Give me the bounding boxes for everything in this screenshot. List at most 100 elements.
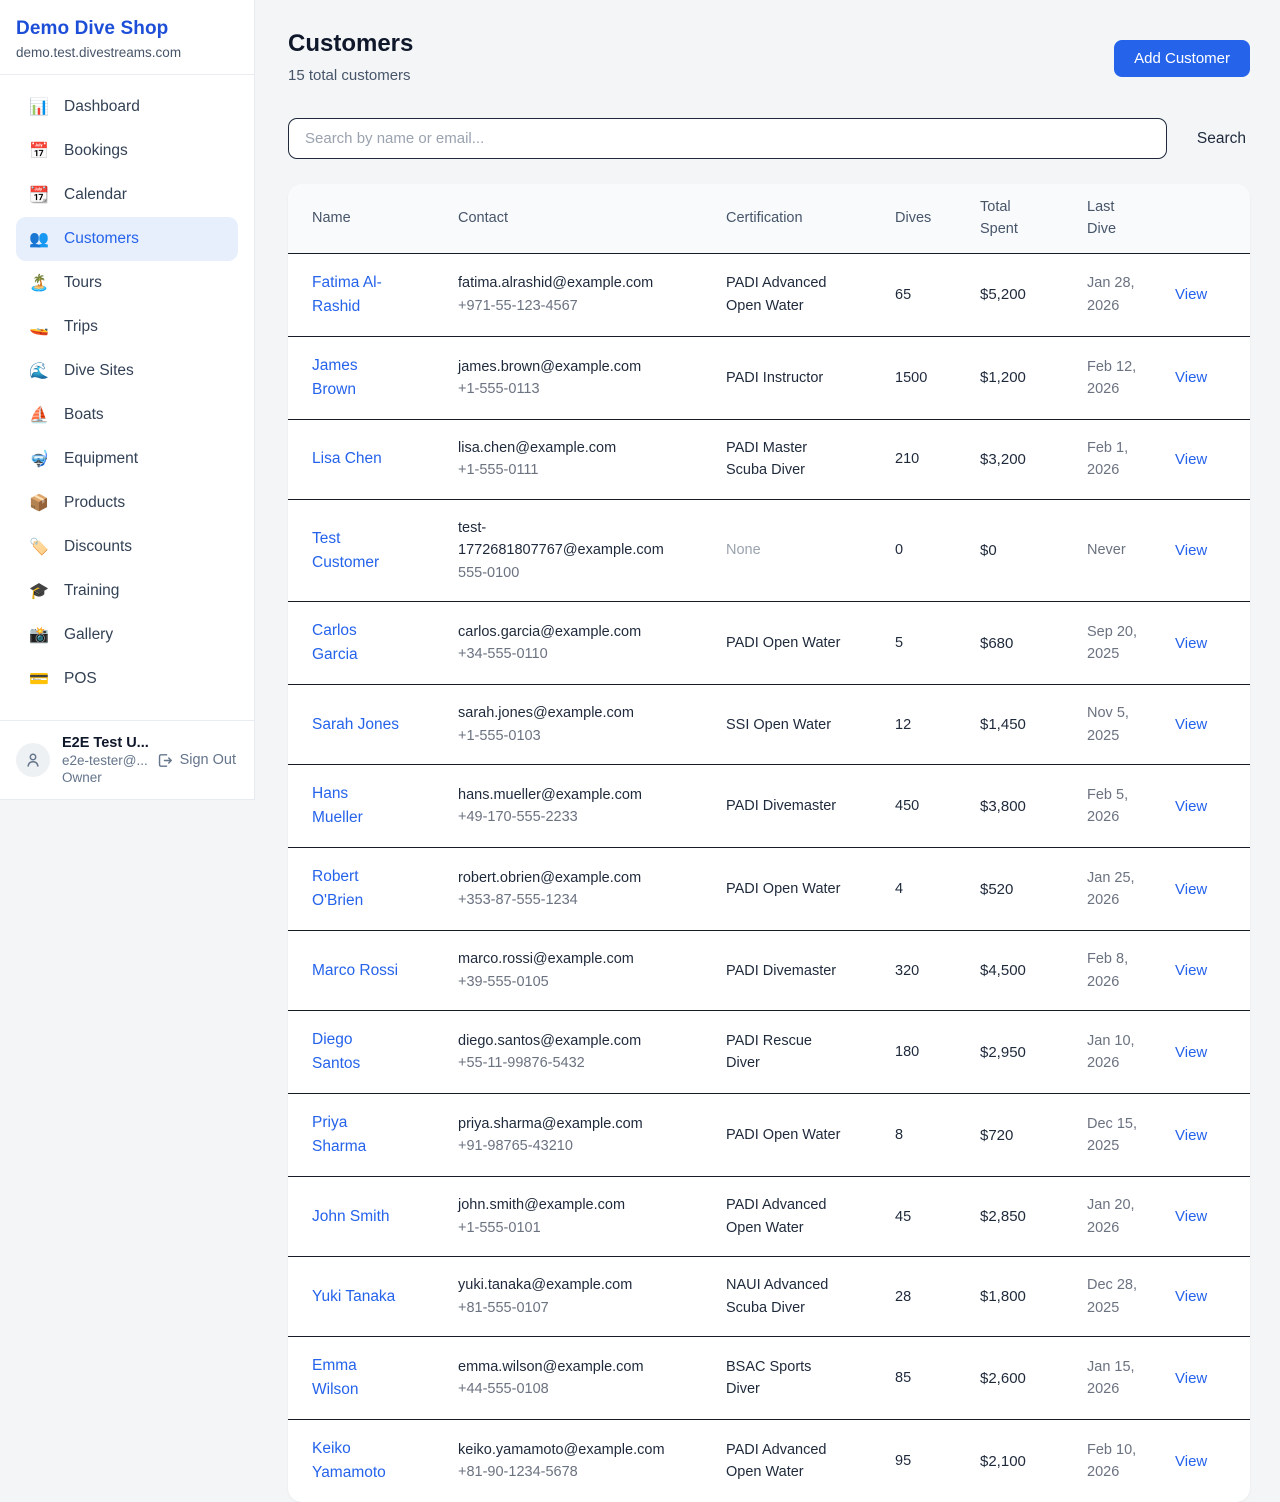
customer-last-dive: Jan 15, 2026 xyxy=(1087,1356,1151,1401)
column-header-last-dive: Last Dive xyxy=(1087,184,1175,253)
sidebar-item-calendar[interactable]: 📆 Calendar xyxy=(16,173,238,217)
sidebar-item-trips[interactable]: 🚤 Trips xyxy=(16,305,238,349)
customer-name-link[interactable]: Carlos Garcia xyxy=(312,619,402,667)
customer-last-dive: Feb 12, 2026 xyxy=(1087,356,1151,401)
table-row: Hans Mueller hans.mueller@example.com +4… xyxy=(288,765,1250,848)
bookings-icon: 📅 xyxy=(28,143,50,159)
view-link[interactable]: View xyxy=(1175,798,1207,815)
customer-name-link[interactable]: Emma Wilson xyxy=(312,1354,402,1402)
column-header-contact: Contact xyxy=(458,184,726,253)
customer-phone: +55-11-99876-5432 xyxy=(458,1052,676,1074)
sidebar-item-tours[interactable]: 🏝️ Tours xyxy=(16,261,238,305)
customer-name-link[interactable]: Sarah Jones xyxy=(312,713,399,737)
shop-domain: demo.test.divestreams.com xyxy=(16,45,238,60)
customer-phone: +81-555-0107 xyxy=(458,1297,676,1319)
customer-name-link[interactable]: Keiko Yamamoto xyxy=(312,1437,402,1485)
sidebar-item-dive-sites[interactable]: 🌊 Dive Sites xyxy=(16,349,238,393)
customer-dives: 12 xyxy=(895,685,980,765)
pos-icon: 💳 xyxy=(28,671,50,687)
customer-name-link[interactable]: Yuki Tanaka xyxy=(312,1285,395,1309)
customer-name-link[interactable]: Priya Sharma xyxy=(312,1111,402,1159)
view-link[interactable]: View xyxy=(1175,1288,1207,1305)
tours-icon: 🏝️ xyxy=(28,275,50,291)
customer-dives: 210 xyxy=(895,420,980,500)
customer-last-dive: Dec 15, 2025 xyxy=(1087,1113,1151,1158)
customer-name-link[interactable]: Fatima Al-Rashid xyxy=(312,271,402,319)
customer-certification: None xyxy=(726,539,844,561)
customer-phone: +39-555-0105 xyxy=(458,971,676,993)
customer-last-dive: Sep 20, 2025 xyxy=(1087,621,1151,666)
customer-phone: +49-170-555-2233 xyxy=(458,806,676,828)
customer-email: john.smith@example.com xyxy=(458,1194,676,1216)
sidebar-item-label: Dive Sites xyxy=(64,362,134,380)
customer-email: keiko.yamamoto@example.com xyxy=(458,1439,676,1461)
customer-name-link[interactable]: Hans Mueller xyxy=(312,782,402,830)
customer-name-link[interactable]: Diego Santos xyxy=(312,1028,402,1076)
sidebar-item-products[interactable]: 📦 Products xyxy=(16,481,238,525)
search-input[interactable] xyxy=(288,118,1167,159)
customer-total-spent: $2,950 xyxy=(980,1011,1087,1094)
table-row: Diego Santos diego.santos@example.com +5… xyxy=(288,1011,1250,1094)
page-header-text: Customers 15 total customers xyxy=(288,30,413,84)
customer-total-spent: $5,200 xyxy=(980,253,1087,336)
view-link[interactable]: View xyxy=(1175,286,1207,303)
sidebar-item-training[interactable]: 🎓 Training xyxy=(16,569,238,613)
customer-count: 15 total customers xyxy=(288,67,413,84)
contact-cell: test-1772681807767@example.com 555-0100 xyxy=(458,499,726,601)
sidebar-item-label: Calendar xyxy=(64,186,127,204)
customer-name-link[interactable]: Robert O'Brien xyxy=(312,865,402,913)
view-link[interactable]: View xyxy=(1175,369,1207,386)
contact-cell: lisa.chen@example.com +1-555-0111 xyxy=(458,420,726,500)
customer-name-link[interactable]: Marco Rossi xyxy=(312,959,398,983)
sidebar-item-boats[interactable]: ⛵ Boats xyxy=(16,393,238,437)
customer-total-spent: $1,800 xyxy=(980,1257,1087,1337)
customer-certification: PADI Advanced Open Water xyxy=(726,1194,844,1239)
sidebar-item-bookings[interactable]: 📅 Bookings xyxy=(16,129,238,173)
customer-email: emma.wilson@example.com xyxy=(458,1356,676,1378)
view-link[interactable]: View xyxy=(1175,881,1207,898)
add-customer-button[interactable]: Add Customer xyxy=(1114,40,1250,77)
sign-out-button[interactable]: Sign Out xyxy=(156,752,238,769)
shop-name: Demo Dive Shop xyxy=(16,18,238,40)
sidebar-item-gallery[interactable]: 📸 Gallery xyxy=(16,613,238,657)
customer-email: robert.obrien@example.com xyxy=(458,867,676,889)
customer-dives: 320 xyxy=(895,931,980,1011)
column-header-certification: Certification xyxy=(726,184,895,253)
customer-certification: PADI Advanced Open Water xyxy=(726,1439,844,1484)
customer-name-link[interactable]: John Smith xyxy=(312,1205,390,1229)
view-link[interactable]: View xyxy=(1175,1044,1207,1061)
user-email: e2e-tester@... xyxy=(62,753,144,768)
view-link[interactable]: View xyxy=(1175,716,1207,733)
view-link[interactable]: View xyxy=(1175,451,1207,468)
view-link[interactable]: View xyxy=(1175,1208,1207,1225)
customer-email: test-1772681807767@example.com xyxy=(458,517,676,562)
view-link[interactable]: View xyxy=(1175,1127,1207,1144)
customer-last-dive: Feb 1, 2026 xyxy=(1087,437,1151,482)
customer-name-link[interactable]: James Brown xyxy=(312,354,402,402)
sidebar-item-label: Bookings xyxy=(64,142,128,160)
view-link[interactable]: View xyxy=(1175,1370,1207,1387)
customer-last-dive: Nov 5, 2025 xyxy=(1087,702,1151,747)
view-link[interactable]: View xyxy=(1175,635,1207,652)
sidebar-item-label: Equipment xyxy=(64,450,138,468)
customer-total-spent: $3,800 xyxy=(980,765,1087,848)
discounts-icon: 🏷️ xyxy=(28,539,50,555)
sidebar-item-discounts[interactable]: 🏷️ Discounts xyxy=(16,525,238,569)
view-link[interactable]: View xyxy=(1175,962,1207,979)
customer-last-dive: Never xyxy=(1087,539,1151,561)
customer-dives: 1500 xyxy=(895,336,980,419)
customer-name-link[interactable]: Test Customer xyxy=(312,527,402,575)
view-link[interactable]: View xyxy=(1175,1453,1207,1470)
search-button[interactable]: Search xyxy=(1193,130,1250,148)
sidebar-item-customers[interactable]: 👥 Customers xyxy=(16,217,238,261)
sidebar-item-label: Dashboard xyxy=(64,98,140,116)
sidebar-item-dashboard[interactable]: 📊 Dashboard xyxy=(16,85,238,129)
contact-cell: hans.mueller@example.com +49-170-555-223… xyxy=(458,765,726,848)
view-link[interactable]: View xyxy=(1175,542,1207,559)
customers-table-card: Name Contact Certification Dives Total S… xyxy=(288,184,1250,1502)
sidebar-item-pos[interactable]: 💳 POS xyxy=(16,657,238,701)
contact-cell: diego.santos@example.com +55-11-99876-54… xyxy=(458,1011,726,1094)
sidebar-item-equipment[interactable]: 🤿 Equipment xyxy=(16,437,238,481)
customer-email: fatima.alrashid@example.com xyxy=(458,272,676,294)
customer-name-link[interactable]: Lisa Chen xyxy=(312,447,382,471)
